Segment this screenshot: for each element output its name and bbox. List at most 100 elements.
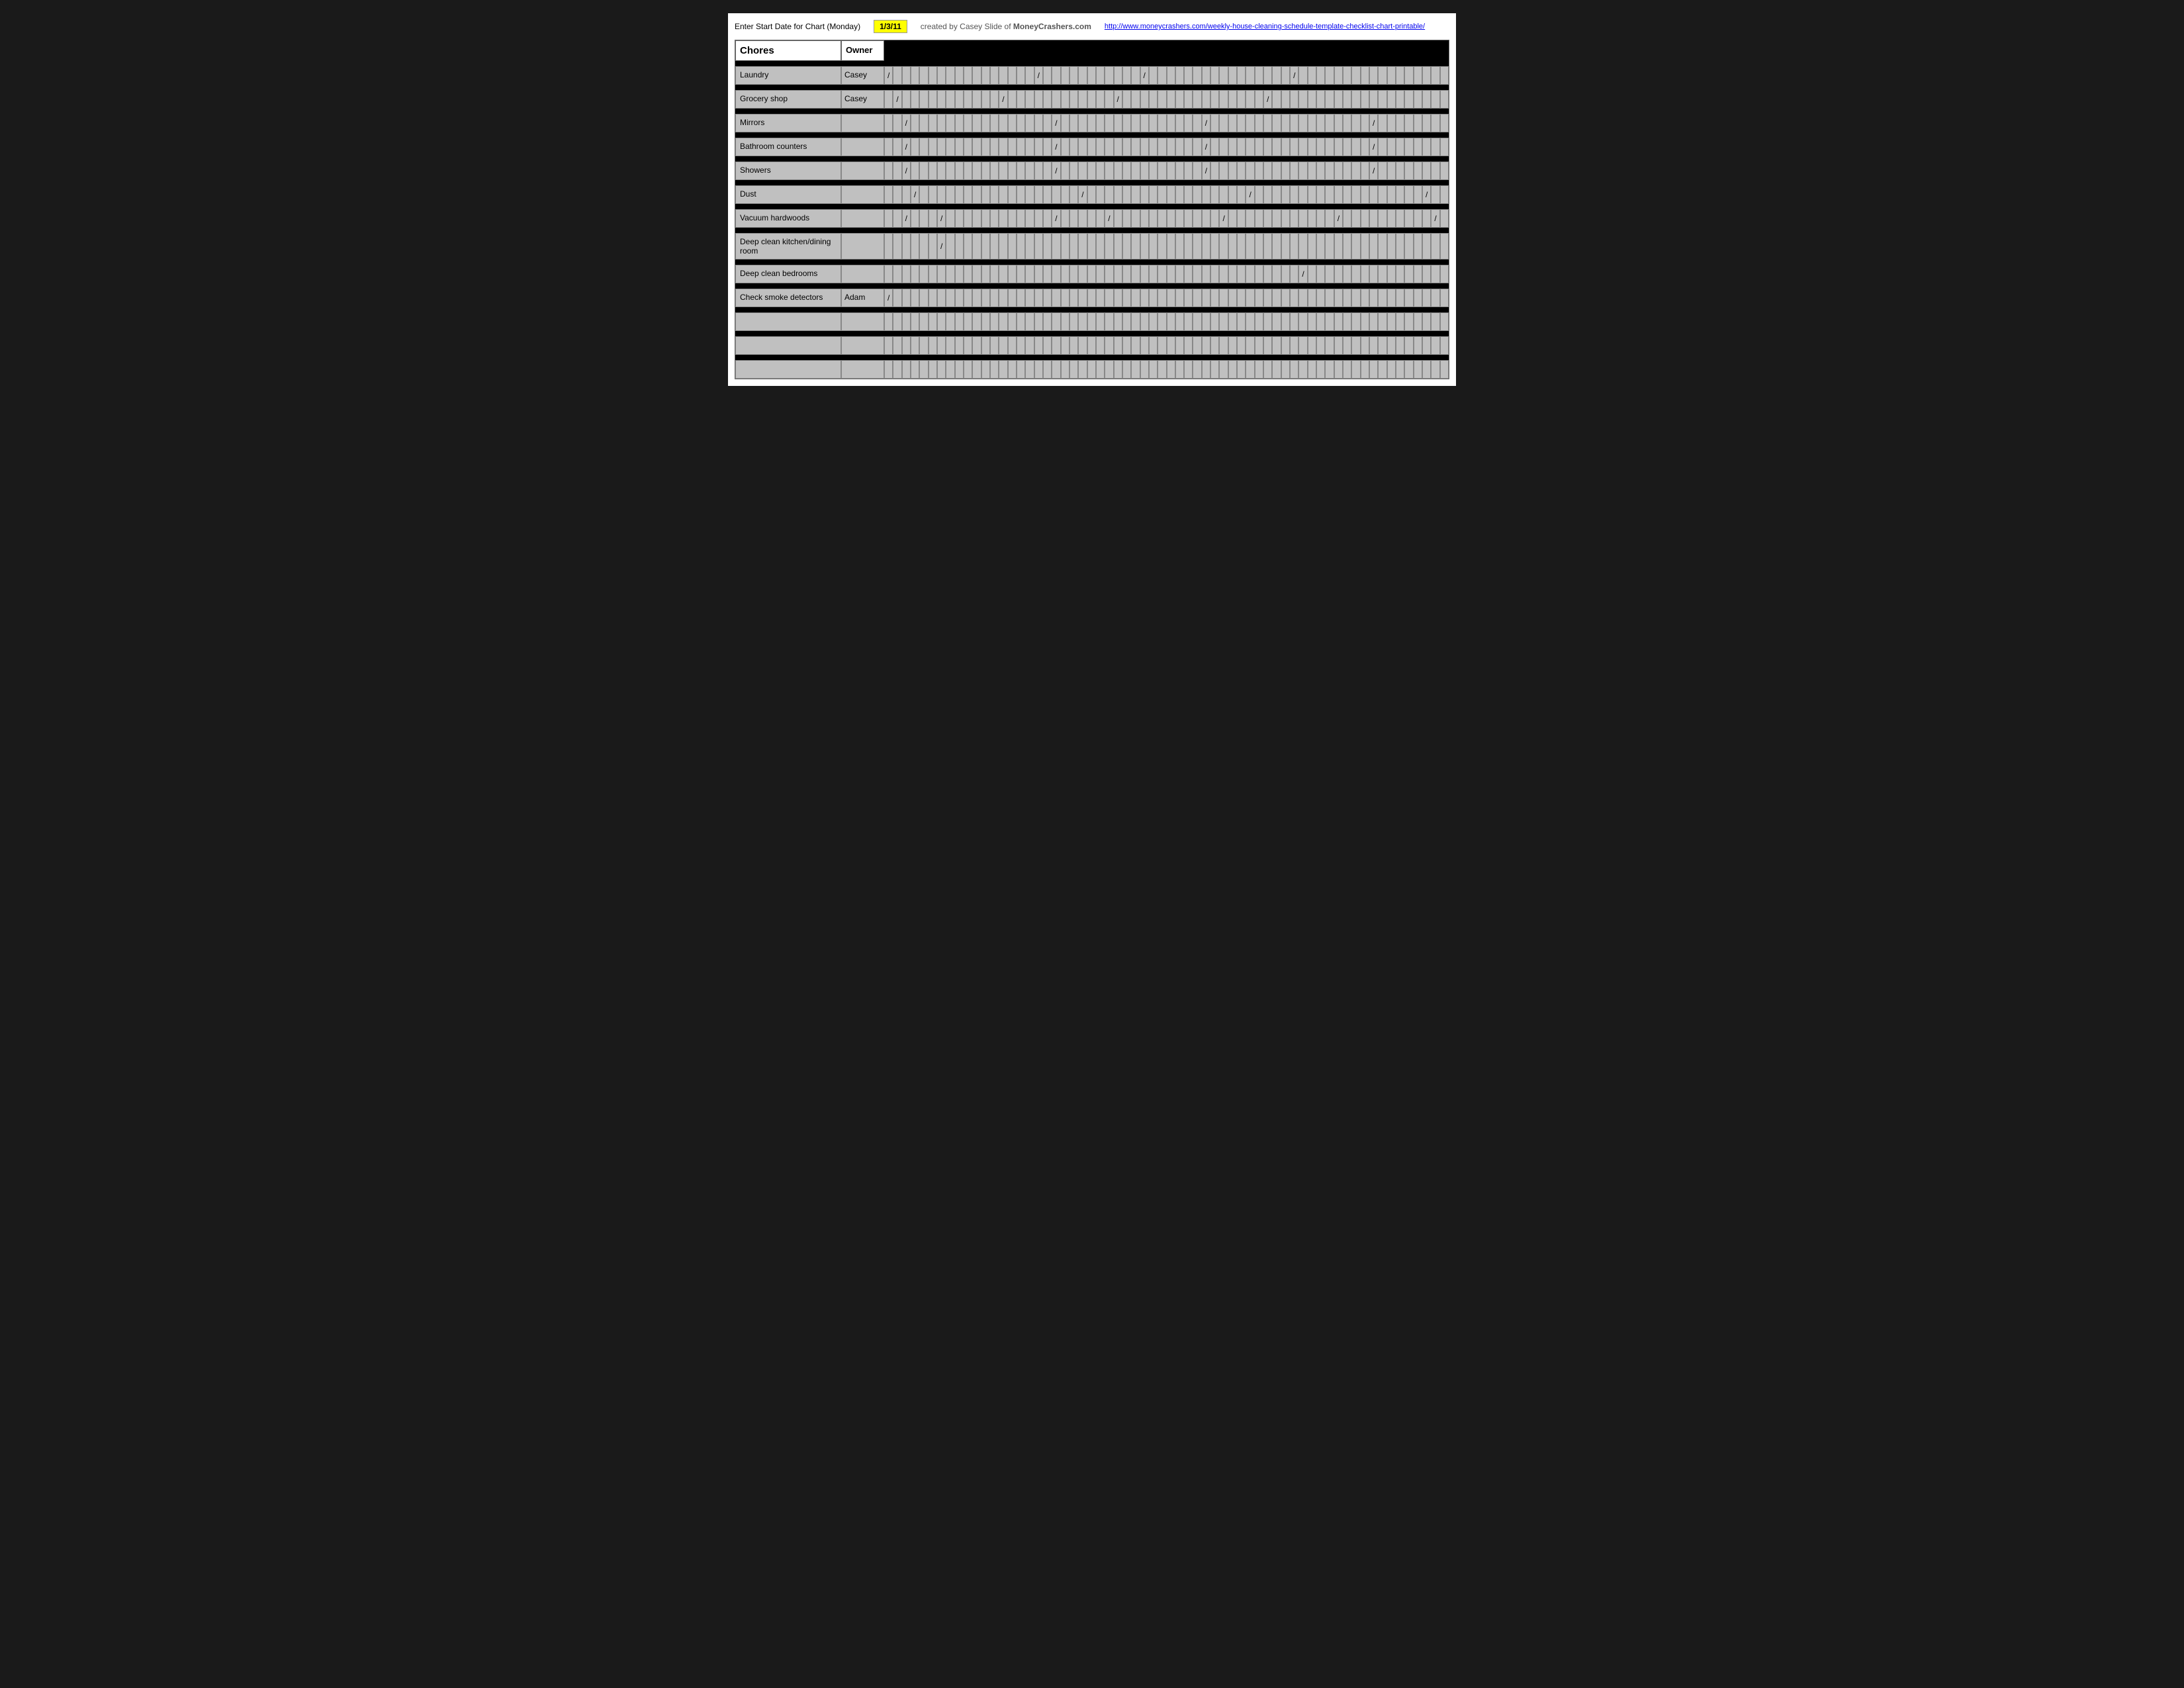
day-cell[interactable] [1131,312,1140,331]
day-cell[interactable] [1351,336,1360,355]
day-cell[interactable] [1122,312,1131,331]
day-cell[interactable] [1158,185,1166,204]
day-cell[interactable] [1210,90,1219,109]
day-cell[interactable] [1237,114,1246,132]
day-cell[interactable] [1387,114,1396,132]
day-cell[interactable] [902,360,911,379]
day-cell[interactable] [1246,66,1254,85]
day-cell[interactable] [946,185,954,204]
day-cell[interactable] [1184,114,1193,132]
day-cell[interactable] [1131,185,1140,204]
day-cell[interactable] [1440,289,1449,307]
day-cell[interactable] [1272,336,1281,355]
day-cell[interactable] [955,185,964,204]
day-cell[interactable] [1061,265,1069,283]
day-cell[interactable] [1228,114,1237,132]
day-cell[interactable] [1131,138,1140,156]
day-cell[interactable] [1263,312,1272,331]
day-cell[interactable] [1334,336,1343,355]
day-cell[interactable] [1202,360,1210,379]
day-cell[interactable] [929,289,937,307]
day-cell[interactable] [1404,162,1413,180]
day-cell[interactable] [1281,336,1290,355]
day-cell[interactable] [1396,209,1404,228]
day-cell[interactable]: / [893,90,901,109]
day-cell[interactable] [1361,209,1369,228]
day-cell[interactable] [990,90,999,109]
day-cell[interactable] [1290,114,1298,132]
day-cell[interactable] [1140,312,1149,331]
day-cell[interactable] [1351,289,1360,307]
day-cell[interactable] [1078,90,1087,109]
day-cell[interactable] [990,265,999,283]
day-cell[interactable] [1122,209,1131,228]
day-cell[interactable] [1184,138,1193,156]
day-cell[interactable] [929,66,937,85]
day-cell[interactable] [1175,66,1184,85]
day-cell[interactable] [1131,209,1140,228]
day-cell[interactable] [1193,289,1201,307]
day-cell[interactable]: / [1052,114,1060,132]
day-cell[interactable] [1396,312,1404,331]
day-cell[interactable]: / [1034,66,1043,85]
day-cell[interactable] [1263,162,1272,180]
day-cell[interactable] [1316,265,1325,283]
day-cell[interactable] [937,66,946,85]
day-cell[interactable] [1351,114,1360,132]
day-cell[interactable] [1404,114,1413,132]
day-cell[interactable] [1316,114,1325,132]
day-cell[interactable] [919,360,928,379]
day-cell[interactable] [1325,360,1334,379]
day-cell[interactable] [1087,289,1096,307]
day-cell[interactable] [1096,162,1105,180]
day-cell[interactable] [1167,90,1175,109]
day-cell[interactable] [1140,360,1149,379]
day-cell[interactable] [1061,138,1069,156]
day-cell[interactable] [1334,90,1343,109]
day-cell[interactable] [1334,233,1343,259]
day-cell[interactable]: / [1263,90,1272,109]
day-cell[interactable] [893,162,901,180]
day-cell[interactable] [999,312,1007,331]
day-cell[interactable] [990,233,999,259]
day-cell[interactable] [1298,66,1307,85]
day-cell[interactable] [1025,162,1034,180]
day-cell[interactable] [1255,360,1263,379]
day-cell[interactable] [1149,138,1158,156]
day-cell[interactable] [1308,289,1316,307]
day-cell[interactable] [1096,233,1105,259]
day-cell[interactable] [1043,336,1052,355]
day-cell[interactable] [1325,114,1334,132]
day-cell[interactable] [1008,336,1017,355]
day-cell[interactable] [911,360,919,379]
day-cell[interactable] [964,138,972,156]
day-cell[interactable] [1228,185,1237,204]
day-cell[interactable] [893,185,901,204]
day-cell[interactable] [1290,138,1298,156]
day-cell[interactable] [1184,336,1193,355]
day-cell[interactable] [999,336,1007,355]
day-cell[interactable] [1246,90,1254,109]
day-cell[interactable] [1316,209,1325,228]
day-cell[interactable] [937,289,946,307]
day-cell[interactable] [1316,90,1325,109]
day-cell[interactable] [884,162,893,180]
day-cell[interactable] [1087,265,1096,283]
day-cell[interactable] [1158,233,1166,259]
day-cell[interactable] [902,233,911,259]
day-cell[interactable] [990,162,999,180]
day-cell[interactable] [1308,66,1316,85]
day-cell[interactable] [1219,289,1228,307]
day-cell[interactable] [972,138,981,156]
day-cell[interactable] [1431,360,1439,379]
day-cell[interactable] [1378,312,1387,331]
day-cell[interactable] [1175,233,1184,259]
day-cell[interactable] [1131,360,1140,379]
day-cell[interactable]: / [1202,162,1210,180]
day-cell[interactable] [1149,162,1158,180]
day-cell[interactable] [1158,209,1166,228]
day-cell[interactable] [937,360,946,379]
day-cell[interactable] [893,336,901,355]
day-cell[interactable] [955,233,964,259]
day-cell[interactable] [946,66,954,85]
